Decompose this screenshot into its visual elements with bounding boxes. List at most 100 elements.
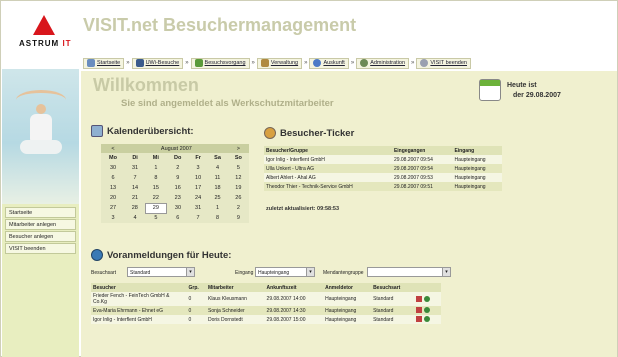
calendar-day[interactable]: 7 <box>188 213 208 223</box>
table-cell: 29.08.2007 14:00 <box>264 292 324 306</box>
row-actions <box>413 306 441 315</box>
calendar-day[interactable]: 30 <box>166 203 189 213</box>
calendar-day[interactable]: 5 <box>227 163 249 173</box>
calendar-day[interactable]: 10 <box>188 173 208 183</box>
edit-icon[interactable] <box>415 316 422 323</box>
calendar-section-title: Kalenderübersicht: <box>91 125 194 137</box>
calendar-day[interactable]: 9 <box>227 213 249 223</box>
calendar-prev-button[interactable]: < <box>101 144 126 153</box>
edit-icon[interactable] <box>415 307 422 314</box>
calendar-day[interactable]: 8 <box>145 173 167 183</box>
calendar-day[interactable]: 31 <box>188 203 208 213</box>
sidebar-item-visit-beenden[interactable]: VISIT beenden <box>5 243 76 254</box>
visit-type-select[interactable]: Standard ▾ <box>127 267 195 277</box>
calendar-day[interactable]: 31 <box>125 163 146 173</box>
calendar-day[interactable]: 22 <box>145 193 167 203</box>
table-cell: Igor Inlig - Interflent GmbH <box>264 155 392 164</box>
nav-item-besuchsvorgang[interactable]: Besuchsvorgang <box>190 57 250 69</box>
calendar-day[interactable]: 28 <box>125 203 146 213</box>
nav-item-startseite[interactable]: Startseite <box>83 57 125 69</box>
calendar-day[interactable]: 13 <box>101 183 126 193</box>
calendar-week-row: 6 7 8 9 10 11 12 <box>101 173 249 183</box>
calendar-day[interactable]: 4 <box>125 213 146 223</box>
table-cell: 0 <box>186 306 206 315</box>
nav-item-verwaltung[interactable]: Verwaltung <box>256 57 303 69</box>
calendar-day[interactable]: 7 <box>125 173 146 183</box>
table-row[interactable]: Eva-Maria Ehrmann - Ehnet eG 0 Sonja Schne… <box>91 306 441 315</box>
calendar-day[interactable]: 18 <box>207 183 228 193</box>
calendar-day[interactable]: 6 <box>166 213 189 223</box>
table-row[interactable]: Albert Ahlert - Ahal AG 29.08.2007 09:53 H… <box>264 173 502 182</box>
filter-bar: Besuchsart Standard ▾ Eingang Haupteinga… <box>91 267 611 279</box>
table-row[interactable]: Ulla Unkert - Ultra AG 29.08.2007 09:54 Ha… <box>264 164 502 173</box>
yoga-person-illustration <box>16 90 66 164</box>
table-row[interactable]: Frieder Fench - FeinTech GmbH & Co.Kg 0 Kl… <box>91 292 441 306</box>
group-select[interactable]: ▾ <box>367 267 451 277</box>
sidebar-menu: Startseite Mitarbeiter anlegen Besucher … <box>2 204 79 357</box>
home-icon <box>87 59 95 67</box>
table-cell: Standard <box>371 306 414 315</box>
column-header: Eingang <box>452 146 502 155</box>
calendar-day[interactable]: 2 <box>227 203 249 213</box>
app-title: VISIT.net Besuchermanagement <box>83 15 357 35</box>
calendar-day[interactable]: 19 <box>227 183 249 193</box>
company-logo: ASTRUM IT <box>15 13 75 53</box>
calendar-day[interactable]: 2 <box>166 163 189 173</box>
calendar-day[interactable]: 27 <box>101 203 126 213</box>
calendar-day[interactable]: 16 <box>166 183 189 193</box>
refresh-icon <box>91 249 103 261</box>
calendar-day[interactable]: 23 <box>166 193 189 203</box>
table-cell: Haupteingang <box>323 292 372 306</box>
calendar-day[interactable]: 21 <box>125 193 146 203</box>
calendar-day[interactable]: 17 <box>188 183 208 193</box>
calendar-day[interactable]: 4 <box>207 163 228 173</box>
calendar-day[interactable]: 25 <box>207 193 228 203</box>
calendar-day[interactable]: 11 <box>207 173 228 183</box>
table-cell: Standard <box>371 292 414 306</box>
calendar-day[interactable]: 20 <box>101 193 126 203</box>
weekday-label: Fr <box>188 153 208 163</box>
nav-item-auskunft[interactable]: Auskunft <box>309 57 349 69</box>
table-row[interactable]: Igor Inlig - Interflent GmbH 29.08.2007 0… <box>264 155 502 164</box>
table-row[interactable]: Theodor Thier - Technik-Service GmbH 29.0… <box>264 182 502 191</box>
calendar-day[interactable]: 29 <box>144 202 168 214</box>
table-row[interactable]: Igor Inlig - Interflent GmbH 0 Doris Dorns… <box>91 315 441 324</box>
calendar-day[interactable]: 3 <box>101 213 126 223</box>
nav-item-uwi-besuche[interactable]: UWi-Besuche <box>131 57 184 69</box>
sidebar-item-startseite[interactable]: Startseite <box>5 207 76 218</box>
calendar-day[interactable]: 26 <box>227 193 249 203</box>
checkin-icon[interactable] <box>423 307 430 314</box>
admin-icon <box>360 59 369 67</box>
table-cell: Doris Dornstedt <box>205 315 265 324</box>
table-cell: Theodor Thier - Technik-Service GmbH <box>264 182 392 191</box>
checkin-icon[interactable] <box>423 295 430 302</box>
calendar-next-button[interactable]: > <box>227 144 249 153</box>
calendar-day[interactable]: 15 <box>145 183 167 193</box>
nav-item-visit-beenden[interactable]: VISIT beenden <box>416 57 471 69</box>
calendar-day[interactable]: 30 <box>101 163 126 173</box>
checkin-icon[interactable] <box>423 316 430 323</box>
edit-icon[interactable] <box>415 295 422 302</box>
calendar-day[interactable]: 14 <box>125 183 146 193</box>
calendar-day[interactable]: 12 <box>227 173 249 183</box>
table-cell: Albert Ahlert - Ahal AG <box>264 173 392 182</box>
nav-item-administration[interactable]: Administration <box>356 57 410 69</box>
entrance-select[interactable]: Haupteingang ▾ <box>255 267 315 277</box>
calendar-day[interactable]: 24 <box>188 193 208 203</box>
sidebar-item-besucher-anlegen[interactable]: Besucher anlegen <box>5 231 76 242</box>
calendar-day[interactable]: 3 <box>188 163 208 173</box>
sidebar-item-mitarbeiter-anlegen[interactable]: Mitarbeiter anlegen <box>5 219 76 230</box>
table-cell: 29.08.2007 09:54 <box>391 155 453 164</box>
preregistrations-section-title: Voranmeldungen für Heute: <box>91 249 231 261</box>
today-box: Heute ist der 29.08.2007 <box>479 79 609 109</box>
calendar-day[interactable]: 1 <box>145 163 167 173</box>
calendar-day[interactable]: 6 <box>101 173 126 183</box>
calendar-day[interactable]: 5 <box>145 213 167 223</box>
calendar-day[interactable]: 8 <box>207 213 228 223</box>
row-actions <box>413 292 441 306</box>
calendar-day[interactable]: 1 <box>207 203 228 213</box>
info-icon <box>313 59 322 67</box>
calendar-day[interactable]: 9 <box>166 173 189 183</box>
column-header: Anmeldetor <box>323 283 372 292</box>
visit-type-label: Besuchsart <box>91 270 117 276</box>
